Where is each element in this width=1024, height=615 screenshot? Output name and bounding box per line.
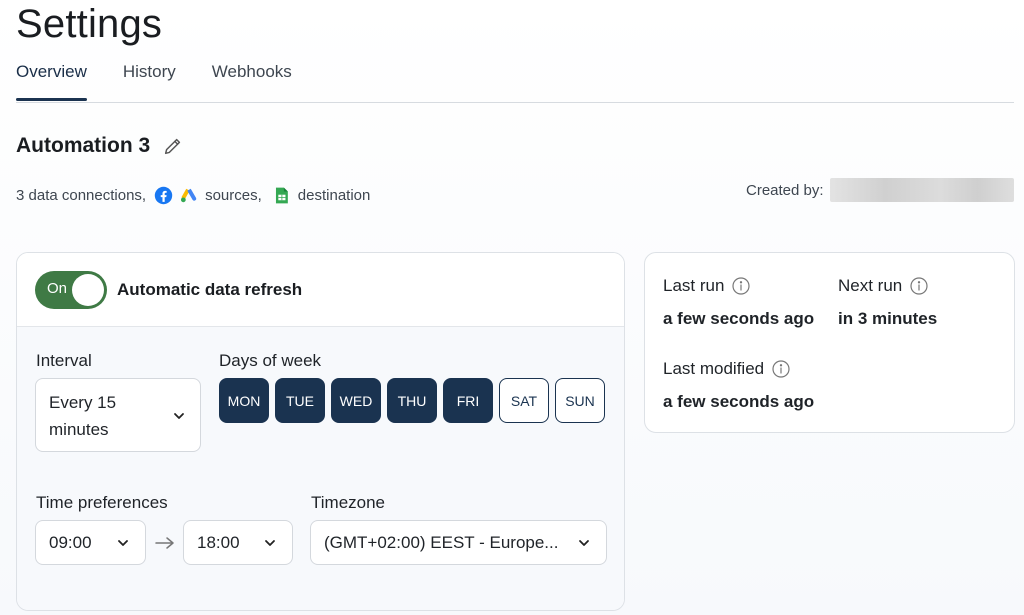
chevron-down-icon xyxy=(118,540,128,546)
info-icon[interactable] xyxy=(732,277,751,295)
time-start-value: 09:00 xyxy=(49,533,92,552)
last-run-label: Last run xyxy=(663,276,751,296)
tab-bar: Overview History Webhooks xyxy=(16,56,1014,103)
connections-count: 3 data connections, xyxy=(16,187,147,204)
last-modified-value: a few seconds ago xyxy=(663,392,815,411)
last-modified-label: Last modified xyxy=(663,359,790,379)
next-run-value: in 3 minutes xyxy=(838,309,938,328)
automation-header: Automation 3 xyxy=(16,134,184,158)
interval-label: Interval xyxy=(36,351,92,370)
connections-summary: 3 data connections, sources, destination xyxy=(16,186,370,205)
info-icon[interactable] xyxy=(772,360,790,378)
redacted-user xyxy=(829,178,1014,202)
destination-label: destination xyxy=(297,187,371,204)
google-ads-icon xyxy=(181,188,197,203)
interval-value-line1: Every 15 xyxy=(49,393,117,412)
last-run-value: a few seconds ago xyxy=(663,309,815,328)
timezone-label: Timezone xyxy=(311,493,386,512)
refresh-header: On Automatic data refresh xyxy=(17,253,624,327)
refresh-body: Interval Every 15 minutes Days of week M… xyxy=(17,327,624,610)
sources-label: sources, xyxy=(205,187,262,204)
day-wed[interactable]: WED xyxy=(331,378,381,423)
day-sat[interactable]: SAT xyxy=(499,378,549,423)
run-status-card: Last run a few seconds ago Next run in 3… xyxy=(644,252,1015,433)
refresh-settings-card: On Automatic data refresh Interval Every… xyxy=(16,252,625,611)
time-preferences-label: Time preferences xyxy=(36,493,168,512)
day-mon[interactable]: MON xyxy=(219,378,269,423)
google-sheets-icon xyxy=(275,187,288,204)
page-title: Settings xyxy=(16,2,163,46)
automation-name: Automation 3 xyxy=(16,134,151,157)
day-fri[interactable]: FRI xyxy=(443,378,493,423)
chevron-down-icon xyxy=(265,540,275,546)
created-by: Created by: xyxy=(746,178,1014,202)
time-start-select[interactable]: 09:00 xyxy=(35,520,146,565)
timezone-select[interactable]: (GMT+02:00) EEST - Europe... xyxy=(310,520,607,565)
auto-refresh-title: Automatic data refresh xyxy=(117,279,303,299)
chevron-down-icon xyxy=(174,413,184,419)
interval-select[interactable]: Every 15 minutes xyxy=(35,378,201,452)
tab-webhooks[interactable]: Webhooks xyxy=(212,56,292,102)
next-run-label-text: Next run xyxy=(838,276,903,295)
info-icon[interactable] xyxy=(910,277,928,295)
days-of-week: MON TUE WED THU FRI SAT SUN xyxy=(219,378,611,423)
interval-value-line2: minutes xyxy=(49,420,109,439)
toggle-label: On xyxy=(47,279,68,297)
day-tue[interactable]: TUE xyxy=(275,378,325,423)
auto-refresh-toggle[interactable]: On xyxy=(35,270,107,309)
tab-overview[interactable]: Overview xyxy=(16,56,87,102)
time-end-select[interactable]: 18:00 xyxy=(183,520,293,565)
toggle-knob xyxy=(72,273,104,306)
pencil-icon[interactable] xyxy=(162,135,184,157)
timezone-value: (GMT+02:00) EEST - Europe... xyxy=(324,533,559,552)
next-run-label: Next run xyxy=(838,276,928,296)
time-end-value: 18:00 xyxy=(197,533,240,552)
arrow-right-icon xyxy=(155,537,174,549)
last-run-label-text: Last run xyxy=(663,276,725,295)
created-by-label: Created by: xyxy=(746,181,824,199)
day-sun[interactable]: SUN xyxy=(555,378,605,423)
days-label: Days of week xyxy=(219,351,322,370)
last-modified-label-text: Last modified xyxy=(663,359,765,378)
facebook-icon xyxy=(154,186,173,205)
chevron-down-icon xyxy=(579,540,589,546)
tab-history[interactable]: History xyxy=(123,56,176,102)
day-thu[interactable]: THU xyxy=(387,378,437,423)
